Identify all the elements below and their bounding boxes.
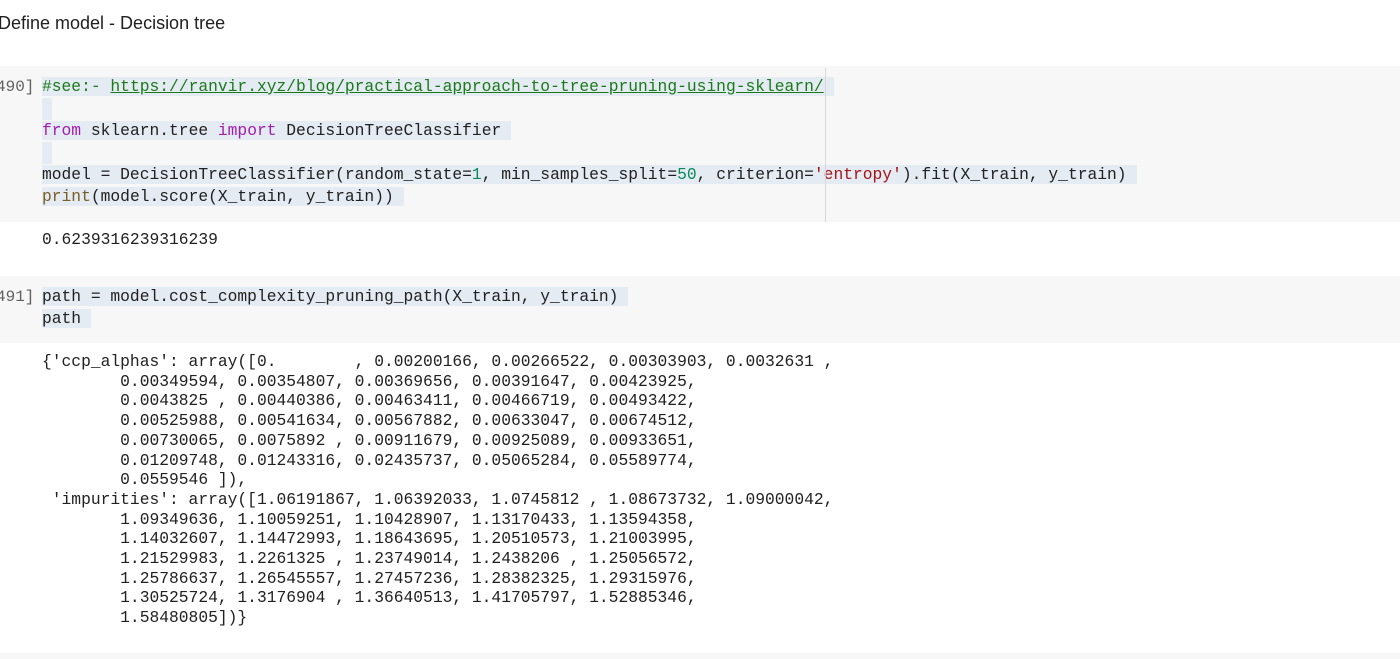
line-highlight: model = DecisionTreeClassifier(random_st… [42,165,1137,184]
code-token: path = model.cost_complexity_pruning_pat… [42,287,619,306]
cell-output-490: 0.6239316239316239 [0,222,1400,276]
code-token: path [42,309,82,328]
code-line[interactable]: path = model.cost_complexity_pruning_pat… [42,286,629,308]
code-token: sklearn.tree [81,121,218,140]
code-token: from [42,121,82,140]
code-token: 'entropy' [813,165,902,184]
section-heading: Define model - Decision tree [0,13,226,33]
line-highlight: path [42,309,92,328]
cell-output-491: {'ccp_alphas': array([0. , 0.00200166, 0… [0,343,1400,653]
code-token: print [42,187,91,206]
output-line: {'ccp_alphas': array([0. , 0.00200166, 0… [42,352,834,371]
code-token: DecisionTreeClassifier [276,121,502,140]
output-line: 1.21529983, 1.2261325 , 1.23749014, 1.24… [42,549,697,569]
code-cell-491[interactable]: 491] path = model.cost_complexity_prunin… [0,276,1400,343]
code-token: model = DecisionTreeClassifier(random_st… [42,165,472,184]
code-token: #see:- [42,77,111,96]
code-token: 1 [471,165,482,184]
code-token[interactable]: https://ranvir.xyz/blog/practical-approa… [110,77,823,96]
execution-count: 491] [0,288,35,306]
code-token: , criterion= [696,165,814,184]
output-line: 1.25786637, 1.26545557, 1.27457236, 1.28… [42,568,697,588]
code-cell-490[interactable]: 490] #see:- https://ranvir.xyz/blog/prac… [0,66,1400,222]
output-line: 0.0559546 ]), [42,470,248,490]
line-highlight: from sklearn.tree import DecisionTreeCla… [42,121,512,140]
output-line: 0.00349594, 0.00354807, 0.00369656, 0.00… [42,371,697,391]
output-line: 'impurities': array([1.06191867, 1.06392… [42,489,834,509]
output-line: 1.58480805])} [42,608,248,628]
line-highlight: #see:- https://ranvir.xyz/blog/practical… [42,77,834,96]
code-token: import [217,121,277,140]
code-token: (model.score(X_train, y_train)) [90,187,394,206]
code-line[interactable]: print(model.score(X_train, y_train)) [42,186,1137,208]
code-line[interactable]: path [42,308,628,330]
empty-line-highlight [42,142,52,164]
empty-line-highlight [42,98,52,120]
output-text: {'ccp_alphas': array([0. , 0.00200166, 0… [42,352,833,628]
code-line[interactable]: #see:- https://ranvir.xyz/blog/practical… [42,76,1137,98]
output-line: 0.0043825 , 0.00440386, 0.00463411, 0.00… [42,391,697,411]
line-length-ruler [825,68,826,222]
output-line: 1.14032607, 1.14472993, 1.18643695, 1.20… [42,529,697,549]
code-line[interactable] [42,142,1137,164]
code-line[interactable]: model = DecisionTreeClassifier(random_st… [42,164,1137,186]
output-line: 1.30525724, 1.3176904 , 1.36640513, 1.41… [42,588,697,608]
output-line: 0.6239316239316239 [42,230,218,249]
output-line: 0.00525988, 0.00541634, 0.00567882, 0.00… [42,411,697,431]
output-line: 0.00730065, 0.0075892 , 0.00911679, 0.00… [42,430,697,450]
output-text: 0.6239316239316239 [42,230,218,250]
code-editor[interactable]: #see:- https://ranvir.xyz/blog/practical… [42,76,1137,208]
next-code-cell[interactable] [0,653,1400,659]
output-line: 0.01209748, 0.01243316, 0.02435737, 0.05… [42,450,697,470]
execution-count: 490] [0,78,35,96]
code-line[interactable] [42,98,1137,120]
code-editor[interactable]: path = model.cost_complexity_pruning_pat… [42,286,629,330]
code-token: 50 [677,165,697,184]
code-token: , min_samples_split= [481,165,678,184]
line-highlight: path = model.cost_complexity_pruning_pat… [42,287,629,306]
output-line: 1.09349636, 1.10059251, 1.10428907, 1.13… [42,509,697,529]
line-highlight: print(model.score(X_train, y_train)) [42,187,404,206]
code-token: ).fit(X_train, y_train) [901,165,1127,184]
code-line[interactable]: from sklearn.tree import DecisionTreeCla… [42,120,1137,142]
